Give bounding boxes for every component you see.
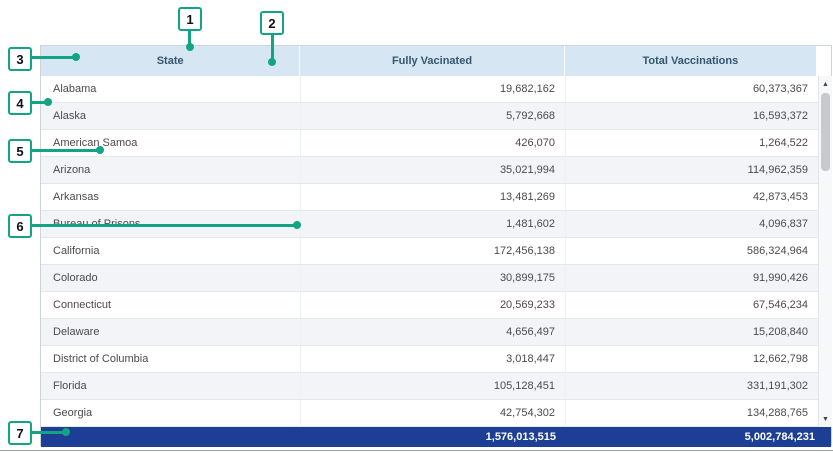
annotation-dot-2	[268, 58, 276, 66]
fully-vaccinated-cell: 3,018,447	[301, 346, 566, 372]
total-vaccinations-cell: 67,546,234	[566, 292, 819, 318]
screenshot-canvas: State Fully Vacinated Total Vaccinations…	[0, 0, 833, 453]
table-row[interactable]: Delaware4,656,49715,208,840	[41, 319, 819, 346]
table-row[interactable]: American Samoa426,0701,264,522	[41, 130, 819, 157]
annotation-callout-3: 3	[8, 47, 32, 71]
annotation-line-3	[32, 56, 74, 59]
annotation-line-5	[32, 149, 100, 152]
total-vaccinations-cell: 1,264,522	[566, 130, 819, 156]
annotation-callout-5: 5	[8, 139, 32, 163]
fully-vaccinated-cell: 20,569,233	[301, 292, 566, 318]
header-scrollbar-corner	[817, 46, 831, 76]
total-vaccinations-cell: 60,373,367	[566, 76, 819, 102]
total-vaccinations-cell: 91,990,426	[566, 265, 819, 291]
annotation-dot-1	[186, 43, 194, 51]
vaccination-data-table: State Fully Vacinated Total Vaccinations…	[40, 45, 832, 446]
total-row-state-cell	[41, 427, 301, 447]
total-vaccinations-cell: 12,662,798	[566, 346, 819, 372]
scroll-down-arrow-icon[interactable]: ▼	[819, 412, 832, 426]
annotation-dot-3	[72, 53, 80, 61]
fully-vaccinated-cell: 42,754,302	[301, 400, 566, 426]
table-row[interactable]: Florida105,128,451331,191,302	[41, 373, 819, 400]
table-header-row: State Fully Vacinated Total Vaccinations	[41, 46, 831, 76]
table-row[interactable]: Colorado30,899,17591,990,426	[41, 265, 819, 292]
table-body: Alabama19,682,16260,373,367Alaska5,792,6…	[41, 76, 819, 427]
state-cell: Alabama	[41, 76, 301, 102]
state-cell: Arizona	[41, 157, 301, 183]
state-cell: California	[41, 238, 301, 264]
table-row[interactable]: Alaska5,792,66816,593,372	[41, 103, 819, 130]
total-vaccinations-cell: 134,288,765	[566, 400, 819, 426]
state-cell: Colorado	[41, 265, 301, 291]
total-vaccinations-cell: 5,002,784,231	[566, 427, 831, 447]
state-cell: Georgia	[41, 400, 301, 426]
total-fully-vaccinated-cell: 1,576,013,515	[301, 427, 566, 447]
vertical-scrollbar[interactable]: ▲ ▼	[818, 76, 832, 427]
annotation-line-6	[32, 224, 294, 227]
fully-vaccinated-cell: 4,656,497	[301, 319, 566, 345]
total-vaccinations-cell: 15,208,840	[566, 319, 819, 345]
fully-vaccinated-cell: 5,792,668	[301, 103, 566, 129]
total-vaccinations-cell: 114,962,359	[566, 157, 819, 183]
state-cell: Alaska	[41, 103, 301, 129]
column-header-state[interactable]: State	[41, 46, 300, 76]
total-vaccinations-cell: 16,593,372	[566, 103, 819, 129]
state-cell: Delaware	[41, 319, 301, 345]
fully-vaccinated-cell: 426,070	[301, 130, 566, 156]
table-row[interactable]: District of Columbia3,018,44712,662,798	[41, 346, 819, 373]
fully-vaccinated-cell: 1,481,602	[301, 211, 566, 237]
annotation-dot-5	[96, 146, 104, 154]
scroll-up-arrow-icon[interactable]: ▲	[819, 77, 832, 91]
state-cell: Florida	[41, 373, 301, 399]
annotation-dot-4	[44, 98, 52, 106]
table-row[interactable]: Arkansas13,481,26942,873,453	[41, 184, 819, 211]
table-row[interactable]: Arizona35,021,994114,962,359	[41, 157, 819, 184]
column-header-fully-vaccinated[interactable]: Fully Vacinated	[300, 46, 564, 76]
annotation-callout-1: 1	[178, 7, 202, 31]
table-row[interactable]: Connecticut20,569,23367,546,234	[41, 292, 819, 319]
total-vaccinations-cell: 4,096,837	[566, 211, 819, 237]
window-bottom-border	[0, 450, 833, 451]
scrollbar-thumb[interactable]	[821, 93, 830, 171]
fully-vaccinated-cell: 172,456,138	[301, 238, 566, 264]
annotation-callout-6: 6	[8, 214, 32, 238]
total-vaccinations-cell: 331,191,302	[566, 373, 819, 399]
table-row[interactable]: Alabama19,682,16260,373,367	[41, 76, 819, 103]
fully-vaccinated-cell: 30,899,175	[301, 265, 566, 291]
fully-vaccinated-cell: 13,481,269	[301, 184, 566, 210]
fully-vaccinated-cell: 19,682,162	[301, 76, 566, 102]
state-cell: American Samoa	[41, 130, 301, 156]
state-cell: Arkansas	[41, 184, 301, 210]
total-vaccinations-cell: 586,324,964	[566, 238, 819, 264]
total-vaccinations-cell: 42,873,453	[566, 184, 819, 210]
state-cell: Connecticut	[41, 292, 301, 318]
column-header-total-vaccinations[interactable]: Total Vaccinations	[565, 46, 817, 76]
annotation-callout-2: 2	[260, 11, 284, 35]
table-total-row: 1,576,013,515 5,002,784,231	[41, 427, 831, 447]
annotation-dot-7	[62, 428, 70, 436]
table-row[interactable]: California172,456,138586,324,964	[41, 238, 819, 265]
annotation-callout-4: 4	[8, 91, 32, 115]
annotation-line-7	[32, 431, 64, 434]
annotation-dot-6	[293, 221, 301, 229]
table-row[interactable]: Georgia42,754,302134,288,765	[41, 400, 819, 427]
fully-vaccinated-cell: 105,128,451	[301, 373, 566, 399]
state-cell: District of Columbia	[41, 346, 301, 372]
fully-vaccinated-cell: 35,021,994	[301, 157, 566, 183]
annotation-callout-7: 7	[8, 421, 32, 445]
